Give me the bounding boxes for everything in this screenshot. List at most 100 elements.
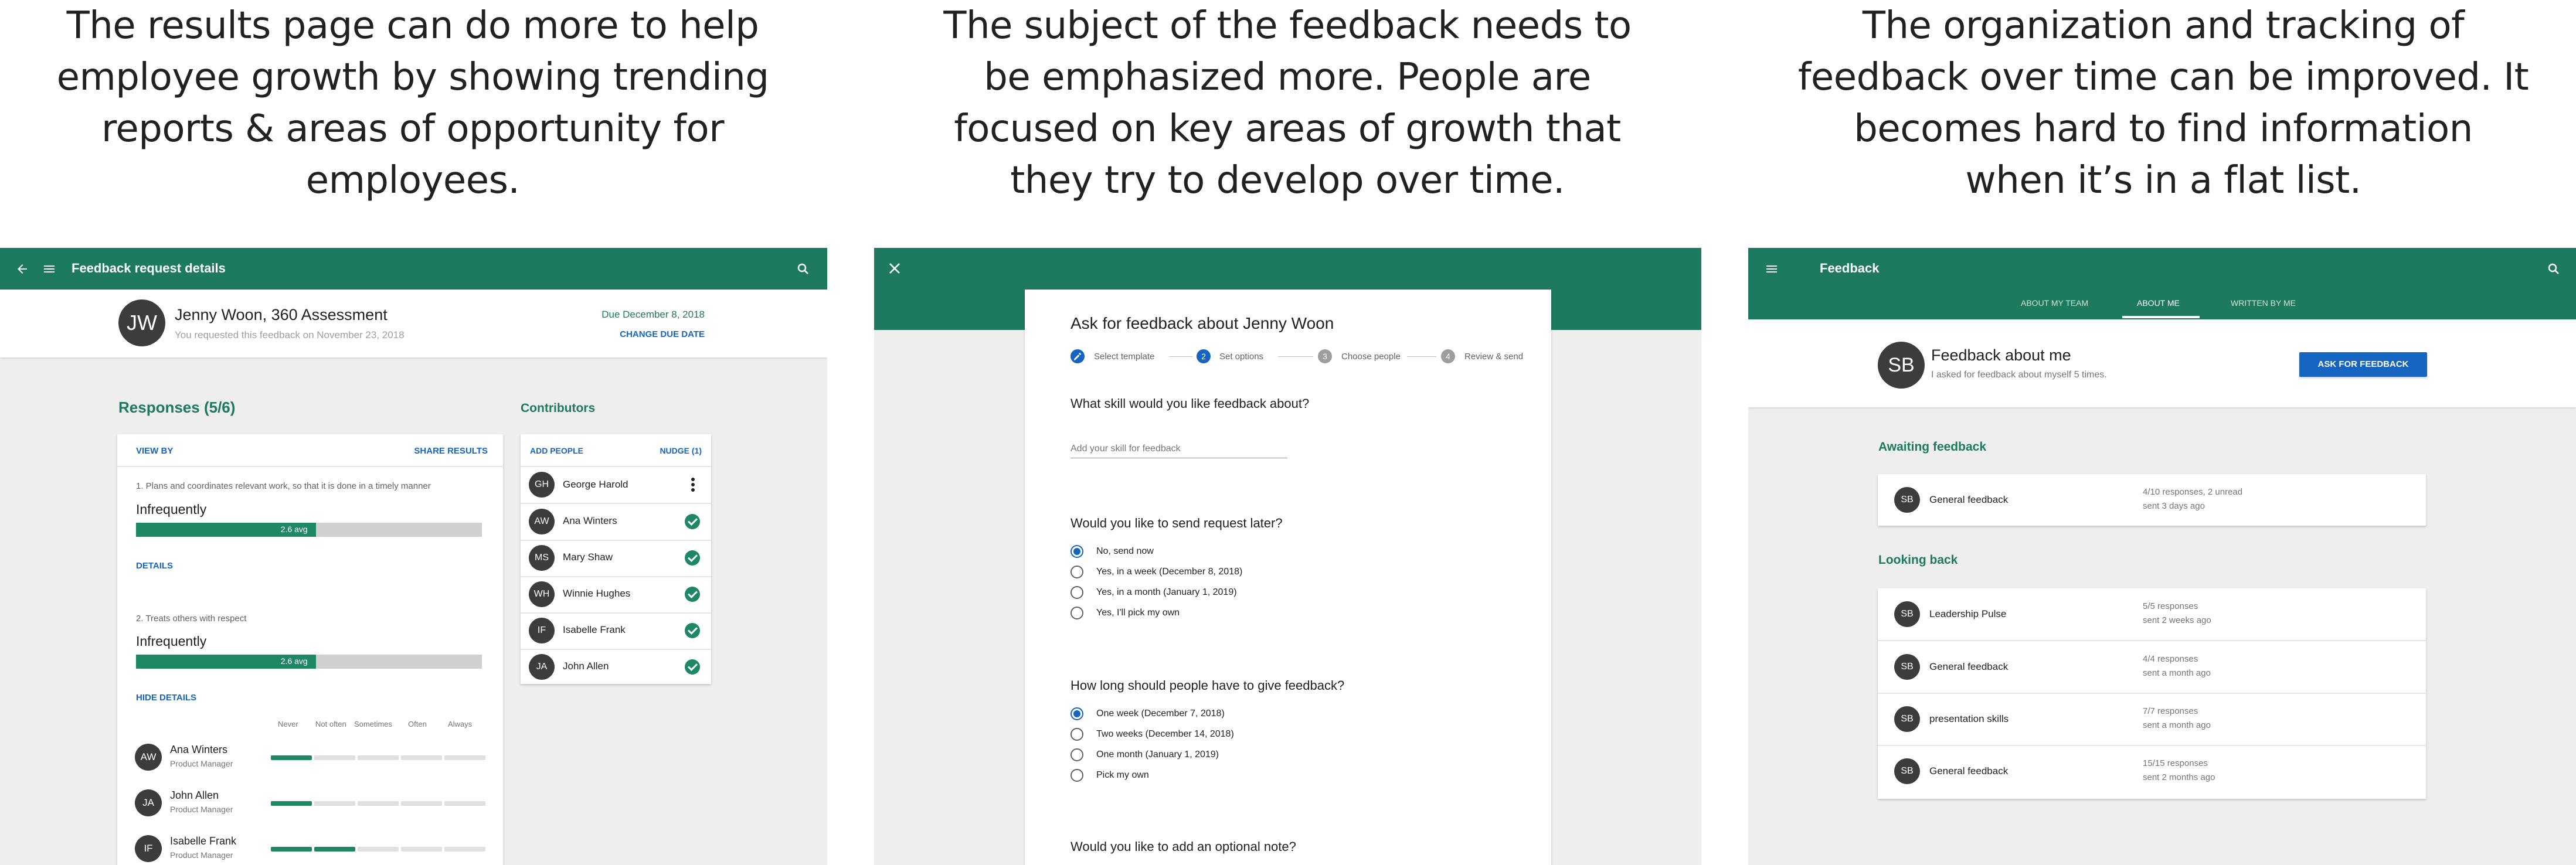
person-name: John Allen [170,789,219,801]
radio-button[interactable] [1070,769,1083,782]
person-role: Product Manager [170,759,233,768]
panel-feedback-list: Feedback ABOUT MY TEAM ABOUT ME WRITTEN … [1748,248,2576,865]
ask-feedback-dialog: Ask for feedback about Jenny Woon Select… [1025,290,1551,865]
divider [1878,693,2426,694]
step-label: Set options [1219,352,1264,362]
radio-button[interactable] [1070,545,1083,558]
tab-about-me[interactable]: ABOUT ME [2137,298,2180,308]
rating-segment [444,801,485,806]
question-rating: Infrequently [136,502,207,517]
check-circle-icon [685,659,700,675]
panel-ask-feedback: Ask for feedback about Jenny Woon Select… [874,248,1701,865]
search-icon[interactable] [2547,262,2561,276]
close-icon[interactable] [888,262,901,275]
caption-left: The results page can do more to help emp… [32,0,794,206]
person-role: Product Manager [170,805,233,814]
active-tab-indicator [2122,316,2200,318]
contributors-card: ADD PEOPLE NUDGE (1) GH George Harold AW… [521,434,711,684]
duration-question: How long should people have to give feed… [1070,678,1345,693]
caption-line: focused on key areas of growth that [954,107,1621,151]
search-icon[interactable] [796,262,810,276]
avatar: MS [529,545,555,571]
radio-button[interactable] [1070,748,1083,761]
caption-line: feedback over time can be improved. It [1797,56,2529,99]
caption-line: becomes hard to find information [1854,107,2473,151]
skill-input[interactable] [1070,440,1287,458]
feedback-name: presentation skills [1929,713,2009,724]
avatar: AW [135,744,162,771]
average-bar: 2.6 avg [136,523,482,537]
skill-question: What skill would you like feedback about… [1070,396,1310,411]
caption-line: they try to develop over time. [1010,159,1565,202]
rating-segment [401,755,442,760]
person-role: Product Manager [170,850,233,860]
nudge-button[interactable]: NUDGE (1) [660,446,702,455]
menu-icon[interactable] [42,262,56,276]
back-arrow-icon[interactable] [15,262,29,276]
feedback-name: General feedback [1929,661,2009,672]
rating-segment [358,755,399,760]
avatar: SB [1894,706,1920,732]
person-name: Ana Winters [170,744,228,755]
radio-label: Yes, in a month (January 1, 2019) [1096,587,1237,597]
details-link[interactable]: DETAILS [136,561,173,571]
share-results-button[interactable]: SHARE RESULTS [414,446,488,456]
step-indicator: 4 [1441,349,1455,363]
feedback-subtitle: I asked for feedback about myself 5 time… [1931,370,2107,380]
rating-segment [314,755,355,760]
app-bar: Feedback request details [0,248,827,290]
feedback-name: Leadership Pulse [1929,608,2007,619]
request-subtitle: You requested this feedback on November … [175,329,405,340]
radio-label: Pick my own [1096,770,1149,780]
question-text: 1. Plans and coordinates relevant work, … [136,481,431,491]
contributor-name: Winnie Hughes [563,588,631,599]
radio-label: One week (December 7, 2018) [1096,709,1225,718]
check-circle-icon [685,587,700,602]
check-circle-icon [685,623,700,638]
feedback-header: SB Feedback about me I asked for feedbac… [1748,319,2576,407]
radio-button[interactable] [1070,586,1083,599]
radio-button[interactable] [1070,607,1083,619]
awaiting-card: SB General feedback 4/10 responses, 2 un… [1878,474,2426,526]
avatar: IF [529,618,555,643]
feedback-status: 7/7 responses [2143,706,2198,716]
step-label: Select template [1094,352,1155,362]
scale-label: Never [278,720,298,728]
feedback-title: Feedback about me [1931,346,2071,364]
scale-label: Often [408,720,427,728]
due-date: Due December 8, 2018 [601,309,705,320]
looking-back-card: SB Leadership Pulse 5/5 responses sent 2… [1878,588,2426,799]
contributor-name: Mary Shaw [563,551,613,563]
rating-segment [271,847,312,852]
caption-line: employee growth by showing trending [56,56,769,99]
ask-for-feedback-button[interactable]: ASK FOR FEEDBACK [2299,352,2427,377]
caption-right: The organization and tracking of feedbac… [1782,0,2544,206]
avatar: JA [135,789,162,816]
menu-icon[interactable] [1765,262,1779,276]
check-circle-icon [685,514,700,529]
step-indicator: 3 [1318,349,1332,363]
feedback-status: 4/4 responses [2143,654,2198,664]
hide-details-link[interactable]: HIDE DETAILS [136,693,196,703]
change-due-date-link[interactable]: CHANGE DUE DATE [620,329,705,339]
add-people-button[interactable]: ADD PEOPLE [530,446,583,455]
note-question: Would you like to add an optional note? [1070,839,1296,854]
app-bar: Feedback ABOUT MY TEAM ABOUT ME WRITTEN … [1748,248,2576,319]
radio-button[interactable] [1070,728,1083,741]
divider [117,466,503,467]
radio-button[interactable] [1070,566,1083,578]
looking-back-title: Looking back [1878,553,1958,567]
step-label: Review & send [1464,352,1524,362]
tab-about-my-team[interactable]: ABOUT MY TEAM [2021,298,2088,308]
step-indicator [1070,349,1085,363]
radio-button[interactable] [1070,707,1083,720]
radio-label: Yes, I'll pick my own [1096,608,1180,618]
contributor-name: George Harold [563,479,628,490]
view-by-button[interactable]: VIEW BY [136,446,173,456]
avatar: GH [529,472,555,498]
more-vert-icon[interactable] [690,477,696,492]
rating-segment [314,847,355,852]
contributor-name: Ana Winters [563,515,617,526]
tab-written-by-me[interactable]: WRITTEN BY ME [2231,298,2296,308]
feedback-name: General feedback [1929,765,2009,777]
